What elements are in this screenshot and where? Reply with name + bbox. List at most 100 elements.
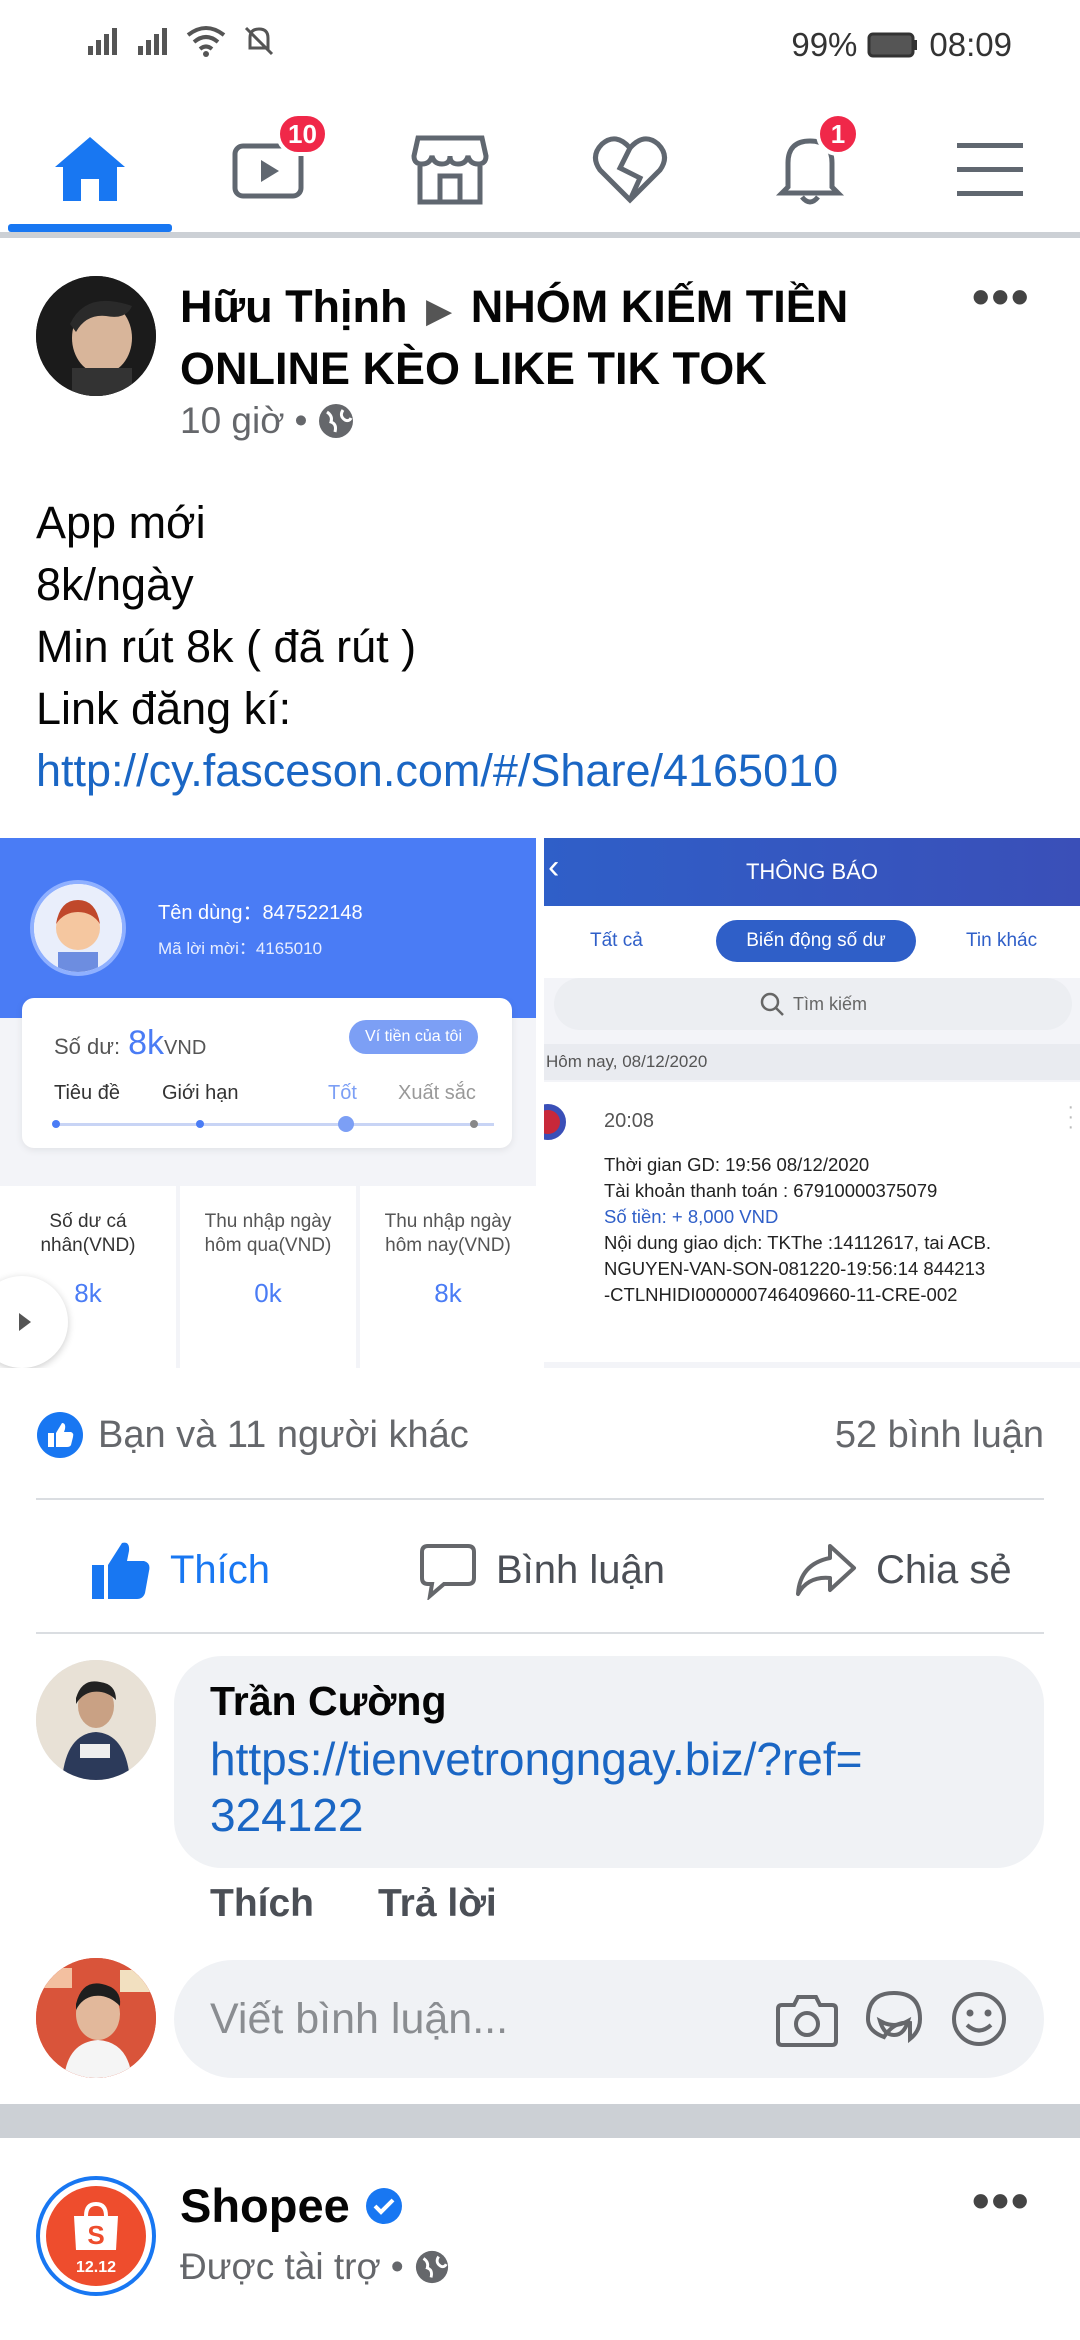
comment-input[interactable]: Viết bình luận... <box>174 1960 1044 2078</box>
stat-card: Thu nhập ngày hôm qua(VND) 0k <box>180 1186 356 1368</box>
thumbs-up-icon <box>92 1542 150 1599</box>
item-options-icon[interactable]: · · · <box>1067 1097 1074 1137</box>
comment-input-placeholder: Viết bình luận... <box>210 1994 509 2043</box>
post-image-left[interactable]: Tên dùng：847522148 Mã lời mời：4165010 Số… <box>0 838 536 1368</box>
stat-label: Số dư cá nhân(VND) <box>40 1211 136 1256</box>
sticker-icon[interactable] <box>864 1989 924 2049</box>
battery-percent: 99% <box>791 26 858 63</box>
arrow-right-icon: ▶ <box>426 292 453 330</box>
svg-text:S: S <box>87 2220 104 2250</box>
comment-label: Bình luận <box>496 1547 666 1592</box>
my-avatar[interactable] <box>36 1958 156 2078</box>
post-line: App mới <box>36 497 206 548</box>
notification-title: THÔNG BÁO <box>745 859 878 884</box>
author-name[interactable]: Hữu Thịnh <box>180 281 408 332</box>
level-label: Tốt <box>328 1082 357 1104</box>
wallet-button[interactable]: Ví tiền của tôi <box>349 1020 478 1054</box>
verified-badge-icon <box>365 2187 402 2224</box>
notification-details: Thời gian GD: 19:56 08/12/2020 Tài khoản… <box>604 1152 1074 1308</box>
wifi-icon <box>186 26 226 57</box>
post-line: 8k/ngày <box>36 559 194 610</box>
tab-menu[interactable] <box>920 114 1060 224</box>
like-label: Thích <box>170 1547 271 1592</box>
detail-line: Tài khoản thanh toán : 67910000375079 <box>604 1180 938 1201</box>
camera-icon[interactable] <box>776 1991 838 2047</box>
sponsored-label[interactable]: Được tài trợ <box>180 2246 381 2288</box>
emoji-icon[interactable] <box>950 1990 1008 2048</box>
author-avatar[interactable] <box>36 276 156 396</box>
level-track <box>54 1123 494 1126</box>
share-button[interactable]: Chia sẻ <box>794 1530 1012 1610</box>
globe-icon <box>319 404 354 438</box>
divider <box>36 1632 1044 1634</box>
tab-notifications[interactable]: 1 <box>740 112 880 224</box>
globe-icon <box>415 2250 448 2284</box>
shopee-avatar[interactable]: S 12.12 <box>36 2176 156 2296</box>
tab-other[interactable]: Tin khác <box>966 930 1037 952</box>
stat-label: Thu nhập ngày hôm qua(VND) <box>204 1211 332 1256</box>
app-username: Tên dùng：847522148 <box>158 902 363 924</box>
detail-line: -CTLNHIDI000000746409660-11-CRE-002 <box>604 1284 958 1305</box>
bank-logo-icon <box>544 1104 566 1140</box>
post-meta: 10 giờ • <box>180 400 355 442</box>
notification-time: 20:08 <box>604 1110 655 1132</box>
stat-value: 0k <box>254 1278 282 1308</box>
app-invite-code: Mã lời mời：4165010 <box>158 939 323 958</box>
comment-bubble[interactable]: Trần Cường https://tienvetrongngay.biz/?… <box>174 1656 1044 1868</box>
home-icon <box>55 137 125 201</box>
back-icon[interactable]: ‹ <box>548 848 559 887</box>
tab-dating[interactable] <box>560 114 700 224</box>
post-body: App mới 8k/ngày Min rút 8k ( đã rút ) Li… <box>36 492 838 802</box>
comments-count[interactable]: 52 bình luận <box>835 1414 1044 1457</box>
tab-watch[interactable]: 10 <box>200 112 340 224</box>
bell-muted-icon <box>244 26 274 56</box>
level-label: Tiêu đề <box>54 1082 120 1104</box>
tab-all[interactable]: Tất cả <box>590 930 643 952</box>
stat-value: 8k <box>434 1278 462 1308</box>
notification-item[interactable]: 20:08 Thời gian GD: 19:56 08/12/2020 Tài… <box>544 1082 1080 1362</box>
app-avatar <box>30 880 126 976</box>
clock: 08:09 <box>929 26 1012 63</box>
tab-home[interactable] <box>20 114 160 224</box>
sponsor-meta: Được tài trợ • <box>180 2246 450 2288</box>
active-tab-indicator <box>8 224 172 232</box>
search-icon <box>760 992 784 1016</box>
tab-marketplace[interactable] <box>380 114 520 224</box>
heart-icon <box>593 136 667 204</box>
comment-like-button[interactable]: Thích <box>210 1882 314 1926</box>
like-button[interactable]: Thích <box>90 1530 270 1610</box>
post-link[interactable]: http://cy.fasceson.com/#/Share/4165010 <box>36 740 838 802</box>
play-arrow-icon <box>19 1313 31 1331</box>
post-options-button[interactable]: ••• <box>972 268 1031 326</box>
signal-icon <box>138 28 167 55</box>
watch-badge: 10 <box>276 112 329 156</box>
balance-value: 8k <box>128 1024 165 1062</box>
comment-reply-button[interactable]: Trả lời <box>378 1882 497 1926</box>
status-bar: 99% 08:09 <box>0 0 1080 92</box>
detail-line: Nội dung giao dịch: TKThe :14112617, tai… <box>604 1232 992 1253</box>
balance-unit: VND <box>164 1037 207 1059</box>
sponsor-name-row: Shopee <box>180 2178 404 2233</box>
comment-link-line1[interactable]: https://tienvetrongngay.biz/?ref= <box>210 1731 1008 1787</box>
share-icon <box>796 1544 856 1596</box>
post-time[interactable]: 10 giờ <box>180 400 285 442</box>
comment-link-line2[interactable]: 324122 <box>210 1787 1008 1843</box>
likes-summary[interactable]: Bạn và 11 người khác <box>98 1414 469 1457</box>
notification-search[interactable]: Tìm kiếm <box>554 978 1072 1030</box>
divider <box>36 1498 1044 1500</box>
top-navigation: 10 1 <box>0 92 1080 238</box>
share-label: Chia sẻ <box>876 1547 1012 1592</box>
tab-balance[interactable]: Biến động số dư <box>716 920 916 962</box>
post-image-right[interactable]: ‹ THÔNG BÁO Tất cả Biến động số dư Tin k… <box>544 838 1080 1368</box>
commenter-name[interactable]: Trần Cường <box>210 1678 1008 1725</box>
comment-button[interactable]: Bình luận <box>418 1530 665 1610</box>
commenter-avatar[interactable] <box>36 1660 156 1780</box>
like-reaction-icon <box>37 1412 83 1458</box>
level-label: Giới hạn <box>162 1082 239 1104</box>
notification-header: ‹ THÔNG BÁO <box>544 838 1080 906</box>
detail-line: Số tiền: + 8,000 VND <box>604 1206 779 1227</box>
post-line: Min rút 8k ( đã rút ) <box>36 621 417 672</box>
sponsor-name[interactable]: Shopee <box>180 2178 350 2233</box>
notifications-badge: 1 <box>816 112 860 156</box>
sponsored-options-button[interactable]: ••• <box>972 2172 1031 2230</box>
